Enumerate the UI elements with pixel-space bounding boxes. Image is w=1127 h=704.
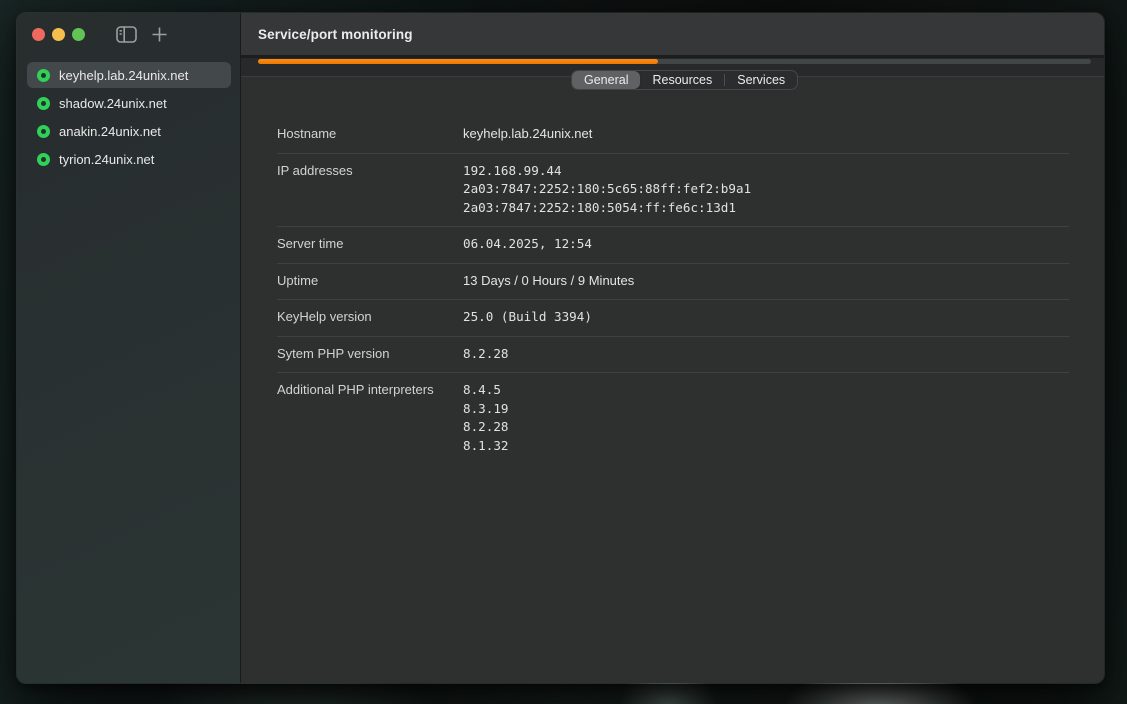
details-table: Hostnamekeyhelp.lab.24unix.netIP address… — [277, 117, 1069, 464]
detail-value: 25.0 (Build 3394) — [463, 308, 592, 327]
detail-value: 8.3.19 — [463, 400, 509, 419]
detail-value: 06.04.2025, 12:54 — [463, 235, 592, 254]
tab-resources[interactable]: Resources — [640, 71, 724, 89]
server-list: keyhelp.lab.24unix.net shadow.24unix.net a… — [17, 62, 240, 172]
detail-value: 8.2.28 — [463, 418, 509, 437]
detail-value: 192.168.99.44 — [463, 162, 751, 181]
server-status-online-icon — [37, 125, 50, 138]
server-status-online-icon — [37, 153, 50, 166]
minimize-window-button[interactable] — [52, 28, 65, 41]
detail-value: 8.2.28 — [463, 345, 509, 364]
sidebar-toggle-icon — [116, 26, 137, 43]
tab-services[interactable]: Services — [725, 71, 797, 89]
detail-values: 06.04.2025, 12:54 — [463, 235, 592, 254]
detail-label: Server time — [277, 235, 463, 254]
sidebar-toolbar — [17, 13, 240, 55]
app-window: keyhelp.lab.24unix.net shadow.24unix.net a… — [16, 12, 1105, 684]
detail-values: 25.0 (Build 3394) — [463, 308, 592, 327]
detail-values: keyhelp.lab.24unix.net — [463, 125, 592, 144]
detail-row: Additional PHP interpreters8.4.58.3.198.… — [277, 373, 1069, 464]
sidebar: keyhelp.lab.24unix.net shadow.24unix.net a… — [17, 13, 241, 683]
detail-row: Server time06.04.2025, 12:54 — [277, 227, 1069, 264]
detail-row: Uptime13 Days / 0 Hours / 9 Minutes — [277, 264, 1069, 301]
zoom-window-button[interactable] — [72, 28, 85, 41]
detail-value: 8.1.32 — [463, 437, 509, 456]
tab-general[interactable]: General — [572, 71, 640, 89]
detail-row: KeyHelp version25.0 (Build 3394) — [277, 300, 1069, 337]
detail-row: Sytem PHP version8.2.28 — [277, 337, 1069, 374]
detail-label: Sytem PHP version — [277, 345, 463, 364]
server-list-item[interactable]: tyrion.24unix.net — [27, 146, 231, 172]
server-list-item[interactable]: keyhelp.lab.24unix.net — [27, 62, 231, 88]
detail-values: 13 Days / 0 Hours / 9 Minutes — [463, 272, 634, 291]
detail-values: 8.4.58.3.198.2.288.1.32 — [463, 381, 509, 455]
main-panel: Service/port monitoring GeneralResources… — [241, 13, 1104, 683]
detail-value: keyhelp.lab.24unix.net — [463, 125, 592, 144]
detail-label: KeyHelp version — [277, 308, 463, 327]
detail-label: IP addresses — [277, 162, 463, 218]
server-status-online-icon — [37, 97, 50, 110]
server-name-label: keyhelp.lab.24unix.net — [59, 68, 188, 83]
detail-value: 8.4.5 — [463, 381, 509, 400]
detail-value: 2a03:7847:2252:180:5054:ff:fe6c:13d1 — [463, 199, 751, 218]
detail-value: 2a03:7847:2252:180:5c65:88ff:fef2:b9a1 — [463, 180, 751, 199]
toggle-sidebar-button[interactable] — [116, 26, 137, 43]
detail-row: IP addresses192.168.99.442a03:7847:2252:… — [277, 154, 1069, 228]
add-server-button[interactable] — [151, 26, 168, 43]
server-name-label: tyrion.24unix.net — [59, 152, 154, 167]
progress-bar-fill — [258, 59, 658, 64]
server-list-item[interactable]: anakin.24unix.net — [27, 118, 231, 144]
general-tab-content: Hostnamekeyhelp.lab.24unix.netIP address… — [241, 77, 1104, 683]
titlebar: Service/port monitoring — [241, 13, 1104, 58]
plus-icon — [151, 26, 168, 43]
detail-label: Additional PHP interpreters — [277, 381, 463, 455]
server-status-online-icon — [37, 69, 50, 82]
detail-value: 13 Days / 0 Hours / 9 Minutes — [463, 272, 634, 291]
tab-bar: GeneralResourcesServices — [571, 70, 798, 90]
progress-bar — [258, 59, 1091, 64]
detail-label: Uptime — [277, 272, 463, 291]
detail-label: Hostname — [277, 125, 463, 144]
page-title: Service/port monitoring — [258, 27, 413, 42]
server-name-label: anakin.24unix.net — [59, 124, 161, 139]
detail-row: Hostnamekeyhelp.lab.24unix.net — [277, 117, 1069, 154]
server-name-label: shadow.24unix.net — [59, 96, 167, 111]
server-list-item[interactable]: shadow.24unix.net — [27, 90, 231, 116]
close-window-button[interactable] — [32, 28, 45, 41]
detail-values: 192.168.99.442a03:7847:2252:180:5c65:88f… — [463, 162, 751, 218]
detail-values: 8.2.28 — [463, 345, 509, 364]
